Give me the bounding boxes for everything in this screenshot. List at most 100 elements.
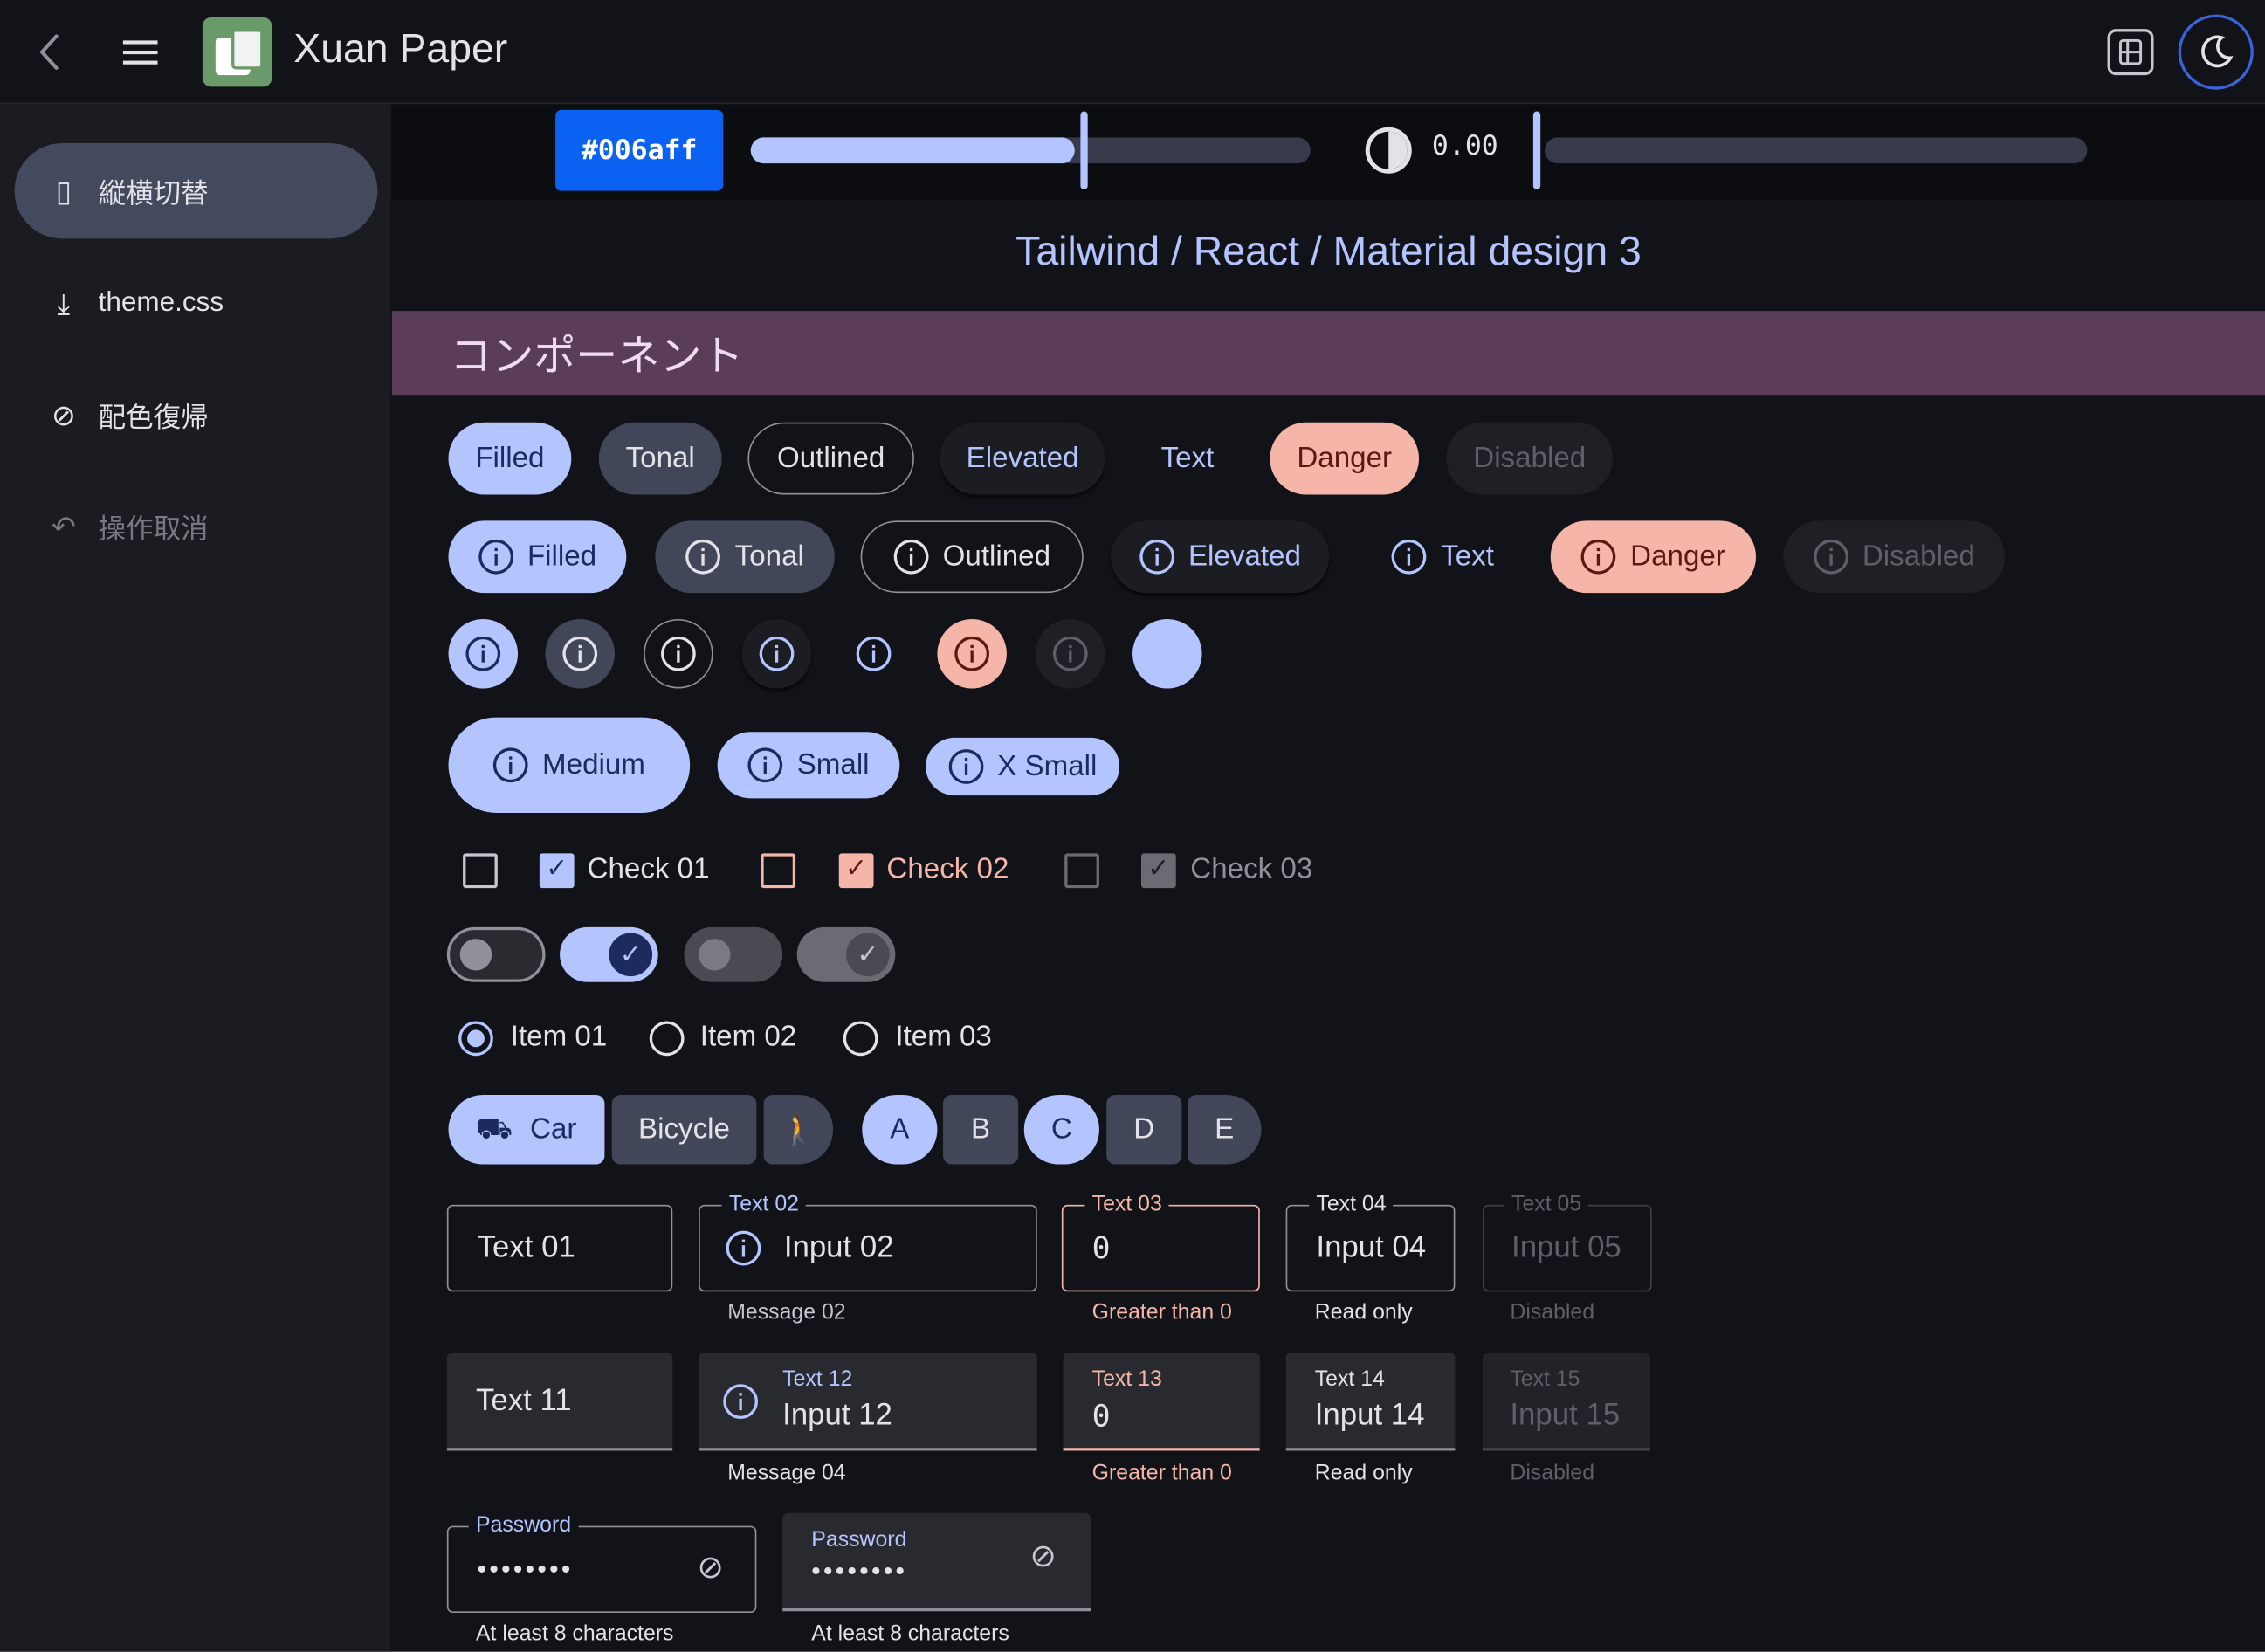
small-button[interactable]: Small [717,732,900,799]
radio-item-02[interactable] [649,1021,685,1057]
text-field-02[interactable]: Text 02 Input 02 [699,1191,1037,1292]
info-icon [893,539,929,575]
filled-field-12[interactable]: Text 12 Input 12 [699,1352,1037,1451]
segment-a[interactable]: A [862,1094,938,1165]
sidebar-item-label: 縦横切替 [98,178,209,210]
eye-off-icon[interactable]: ⊘ [697,1551,724,1587]
field-value: Input 15 [1510,1398,1621,1432]
eye-off-icon[interactable]: ⊘ [1029,1539,1057,1575]
hue-slider-fill [750,137,1075,164]
checkbox-03-unchecked[interactable] [1064,853,1099,889]
checkbox-03-checked[interactable]: ✓ [1140,853,1176,889]
text-button[interactable]: Text [1131,423,1243,495]
sidebar-item-label: theme.css [98,287,224,319]
segment-b[interactable]: B [943,1094,1019,1165]
checkbox-02-unchecked[interactable] [761,853,796,889]
sidebar-item-undo[interactable]: ↶ 操作取消 [15,478,378,574]
password-field-outlined[interactable]: Password •••••••• ⊘ [446,1512,757,1613]
danger-icon-only-button[interactable] [937,618,1007,689]
segment-d[interactable]: D [1106,1094,1182,1165]
segment-walk[interactable]: 🚶 [763,1094,834,1165]
field-value: Text 11 [475,1384,572,1418]
segment-bicycle[interactable]: Bicycle [611,1094,757,1165]
filled-field-14[interactable]: Text 14 Input 14 [1285,1352,1456,1451]
text-field-05[interactable]: Text 05 Input 05 [1482,1191,1652,1292]
filled-icon-button[interactable]: Filled [448,520,627,594]
button-label: Elevated [1188,540,1301,573]
info-icon [1139,539,1174,575]
page-subtitle: Tailwind / React / Material design 3 [1015,228,1642,274]
sidebar-item-reset-colors[interactable]: ⊘ 配色復帰 [15,368,378,463]
field-message: Read only [1314,1461,1413,1486]
info-icon [726,1230,761,1266]
filled-button[interactable]: Filled [448,422,572,495]
menu-button[interactable] [116,31,165,72]
outlined-button[interactable]: Outlined [747,422,914,495]
text-field-03[interactable]: Text 03 0 [1061,1191,1260,1292]
tonal-icon-only-button[interactable] [545,618,616,689]
checkbox-01-unchecked[interactable] [463,853,498,889]
hamburger-icon [122,40,158,65]
disabled-icon-only-button[interactable] [1036,618,1105,689]
elevated-icon-button[interactable]: Elevated [1111,520,1330,594]
disabled-icon-button[interactable]: Disabled [1783,520,2005,594]
medium-button[interactable]: Medium [448,717,691,813]
outlined-icon-button[interactable]: Outlined [860,520,1084,594]
color-hex-chip[interactable]: #006aff [555,109,724,191]
checkbox-02-checked[interactable]: ✓ [838,853,874,889]
segment-e[interactable]: E [1187,1094,1262,1165]
segment-car[interactable]: ⛟ Car [448,1094,605,1165]
contrast-slider-track[interactable] [1545,137,2088,164]
field-label: Text 15 [1510,1366,1580,1392]
field-label: Text 04 [1309,1191,1394,1218]
switch-on[interactable]: ✓ [560,926,658,982]
filled-icon-only-button[interactable] [448,618,519,689]
filled-field-13[interactable]: Text 13 0 [1063,1352,1260,1451]
danger-icon-button[interactable]: Danger [1550,520,1756,594]
switch-disabled-off[interactable] [684,926,783,982]
text-field-04[interactable]: Text 04 Input 04 [1285,1191,1456,1292]
undo-icon: ↶ [51,509,76,544]
filled-field-11[interactable]: Text 11 [446,1352,673,1451]
text-icon-button[interactable]: Text [1360,520,1525,593]
radio-item-01[interactable] [458,1021,493,1057]
field-value: Input 04 [1316,1230,1427,1264]
sidebar-item-theme-css[interactable]: ⤓ theme.css [15,256,378,351]
switch-off[interactable] [446,926,546,982]
filled-field-15[interactable]: Text 15 Input 15 [1482,1352,1651,1451]
text-icon-only-button[interactable] [839,619,909,689]
field-label: Text 13 [1091,1366,1162,1392]
check-icon: ✓ [546,853,568,885]
disabled-button[interactable]: Disabled [1446,422,1613,495]
segment-c[interactable]: C [1023,1094,1099,1165]
info-icon [1580,539,1616,575]
checkbox-01-checked[interactable]: ✓ [539,853,575,889]
outlined-icon-only-button[interactable] [644,618,713,689]
danger-button[interactable]: Danger [1270,422,1420,495]
field-label: Text 03 [1084,1191,1170,1218]
checkbox-label: Check 03 [1190,853,1313,885]
elevated-button[interactable]: Elevated [940,422,1105,495]
radio-item-03[interactable] [843,1021,878,1057]
split-layout-icon [2118,38,2143,65]
password-field-filled[interactable]: Password •••••••• ⊘ [782,1512,1091,1612]
button-label: Small [796,748,870,781]
tonal-button[interactable]: Tonal [598,422,722,495]
field-label: Password [468,1512,579,1539]
sidebar-item-rotate[interactable]: ▯ 縦横切替 [14,142,378,239]
field-value: 0 [1091,1230,1111,1266]
theme-toggle-button[interactable] [2178,14,2254,90]
contrast-slider-thumb[interactable] [1532,111,1541,190]
hue-slider-thumb[interactable] [1080,111,1088,190]
layout-toggle-button[interactable] [2107,29,2154,76]
tonal-icon-button[interactable]: Tonal [655,520,835,594]
empty-icon-only-button[interactable] [1132,618,1202,689]
switch-disabled-on[interactable]: ✓ [796,926,896,982]
rotate-device-icon: ▯ [55,173,72,209]
text-field-01[interactable]: Text 01 [446,1204,673,1292]
info-icon [947,749,983,784]
x-small-button[interactable]: X Small [926,737,1120,796]
back-button[interactable] [29,29,69,75]
button-label: Tonal [734,540,804,573]
elevated-icon-only-button[interactable] [741,618,812,689]
